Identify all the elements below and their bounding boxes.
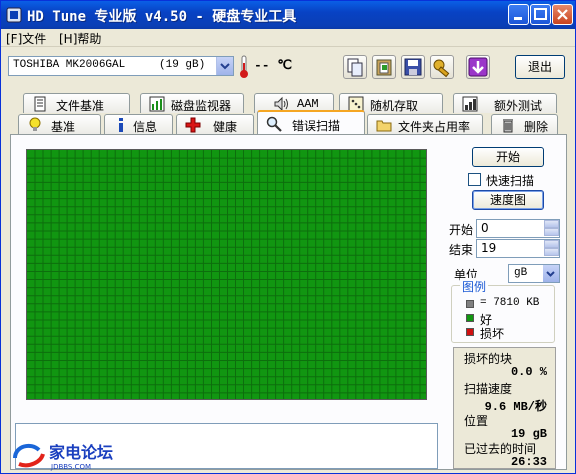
drive-name: TOSHIBA MK2006GAL <box>13 59 126 71</box>
tab-file-benchmark[interactable]: 文件基准 <box>23 93 130 113</box>
maximize-button[interactable] <box>530 4 551 25</box>
chevron-down-icon[interactable] <box>543 265 559 282</box>
tab-label: AAM <box>297 97 319 111</box>
tab-label: 随机存取 <box>370 99 419 113</box>
close-icon <box>557 9 568 20</box>
tab-label: 磁盘监视器 <box>171 99 232 113</box>
position-label: 位置 <box>464 414 489 428</box>
copy-screenshot-button[interactable] <box>372 55 396 79</box>
grid-chart-icon <box>462 96 478 112</box>
download-button[interactable] <box>466 55 490 79</box>
copy-icon <box>347 58 363 77</box>
document-icon <box>34 96 46 112</box>
menu-file[interactable]: [F]文件 <box>6 30 46 47</box>
tab-label: 错误扫描 <box>292 119 341 133</box>
maximize-icon <box>534 8 547 20</box>
error-scan-panel: 开始 快速扫描 速度图 开始 0 结束 19 单位 gB 图例 = 7810 K… <box>10 134 567 470</box>
save-button[interactable] <box>401 55 425 79</box>
toolbar: TOSHIBA MK2006GAL (19 gB) -- ℃ 退出 <box>1 48 575 86</box>
elapsed-time-value: 26:33 <box>510 455 547 469</box>
spin-up-icon[interactable] <box>544 220 559 228</box>
bad-label: 损坏 <box>480 327 505 341</box>
lightbulb-icon <box>29 117 41 131</box>
end-position-value: 19 <box>481 241 497 255</box>
quick-scan-checkbox[interactable] <box>468 173 481 186</box>
scan-speed-label: 扫描速度 <box>464 382 513 396</box>
tab-benchmark[interactable]: 基准 <box>18 114 101 134</box>
good-swatch <box>466 314 474 322</box>
tab-label: 额外测试 <box>494 99 543 113</box>
block-swatch <box>466 300 474 308</box>
start-position-value: 0 <box>481 221 489 235</box>
end-position-input[interactable]: 19 <box>476 239 560 258</box>
minimize-icon <box>514 17 522 20</box>
exit-button[interactable]: 退出 <box>515 55 565 79</box>
download-arrow-icon <box>468 57 488 77</box>
title-bar: HD Tune 专业版 v4.50 - 硬盘专业工具 <box>1 1 575 29</box>
tab-health[interactable]: 健康 <box>176 114 254 134</box>
folder-icon <box>376 120 392 132</box>
tab-label: 信息 <box>133 120 158 134</box>
window-title: HD Tune 专业版 v4.50 - 硬盘专业工具 <box>27 9 297 25</box>
end-position-label: 结束 <box>449 243 474 257</box>
watermark-sub: JDBBS.COM <box>50 463 91 471</box>
tab-erase[interactable]: 删除 <box>491 114 558 134</box>
trash-icon <box>503 119 513 133</box>
spin-up-icon[interactable] <box>544 240 559 248</box>
damaged-blocks-label: 损坏的块 <box>464 352 513 366</box>
watermark-text: 家电论坛 <box>49 443 113 462</box>
tab-label: 基准 <box>51 120 76 134</box>
start-position-input[interactable]: 0 <box>476 219 560 238</box>
magnifier-icon <box>266 116 282 132</box>
watermark-logo: 家电论坛 JDBBS.COM <box>13 443 113 471</box>
block-size-label: = 7810 KB <box>480 297 540 309</box>
temperature-readout: -- ℃ <box>254 58 293 73</box>
close-button[interactable] <box>552 4 573 25</box>
tab-label: 健康 <box>213 120 238 134</box>
tab-label: 删除 <box>524 120 549 134</box>
wrench-icon <box>433 59 450 78</box>
speed-map-button[interactable]: 速度图 <box>472 190 544 210</box>
info-icon <box>119 118 123 132</box>
start-button[interactable]: 开始 <box>472 147 544 167</box>
chevron-down-icon[interactable] <box>216 57 233 75</box>
menu-help[interactable]: [H]帮助 <box>59 30 101 47</box>
tab-label: 文件基准 <box>56 99 105 113</box>
drive-size: (19 gB) <box>159 59 206 71</box>
copy-text-button[interactable] <box>343 55 367 79</box>
scan-stats: 损坏的块 0.0 % 扫描速度 9.6 MB/秒 位置 19 gB 已过去的时间… <box>453 347 556 469</box>
unit-value: gB <box>514 267 528 279</box>
scan-speed-value: 9.6 MB/秒 <box>484 400 547 414</box>
tab-error-scan[interactable]: 错误扫描 <box>257 110 365 134</box>
bar-chart-icon <box>149 96 165 112</box>
app-window: HD Tune 专业版 v4.50 - 硬盘专业工具 [F]文件 [H]帮助 T… <box>0 0 576 474</box>
quick-scan-label: 快速扫描 <box>486 174 535 188</box>
options-button[interactable] <box>430 55 454 79</box>
tab-disk-monitor[interactable]: 磁盘监视器 <box>140 93 244 113</box>
thermometer-icon <box>240 55 248 78</box>
tab-label: 文件夹占用率 <box>398 120 471 134</box>
block-map <box>26 149 427 400</box>
spin-down-icon[interactable] <box>544 228 559 236</box>
tab-info[interactable]: 信息 <box>104 114 173 134</box>
bad-swatch <box>466 328 474 336</box>
minimize-button[interactable] <box>508 4 529 25</box>
damaged-blocks-value: 0.0 % <box>510 365 547 379</box>
floppy-disk-icon <box>404 58 422 76</box>
red-cross-icon <box>185 117 201 133</box>
unit-select[interactable]: gB <box>508 264 560 283</box>
tab-extra-tests[interactable]: 额外测试 <box>453 93 557 113</box>
menu-bar: [F]文件 [H]帮助 <box>1 29 575 47</box>
tab-folder-usage[interactable]: 文件夹占用率 <box>367 114 483 134</box>
legend-title: 图例 <box>460 278 489 295</box>
drive-select[interactable]: TOSHIBA MK2006GAL (19 gB) <box>8 56 234 76</box>
legend: 图例 = 7810 KB 好 损坏 <box>451 278 555 343</box>
spin-down-icon[interactable] <box>544 248 559 256</box>
start-position-label: 开始 <box>449 223 474 237</box>
clipboard-icon <box>376 59 392 76</box>
position-value: 19 gB <box>510 427 547 441</box>
app-logo-icon <box>6 7 22 23</box>
